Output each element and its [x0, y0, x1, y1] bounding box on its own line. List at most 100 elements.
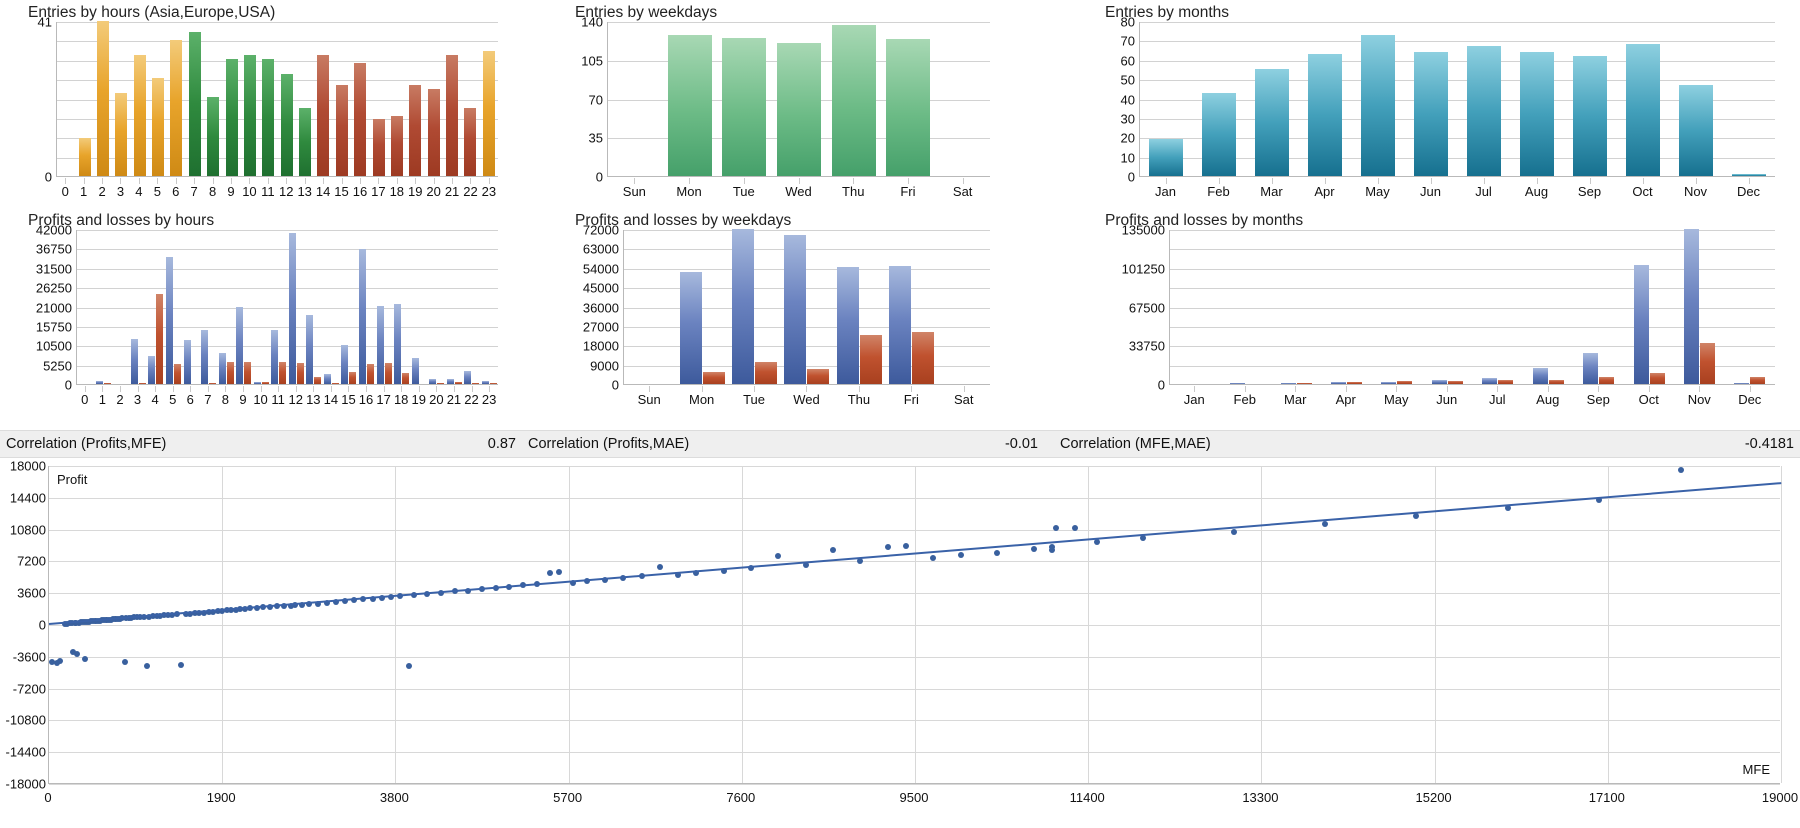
- scatter-y-tick-label: -3600: [12, 649, 46, 665]
- y-tick-label: 0: [595, 169, 603, 185]
- x-tick-label: 10: [242, 184, 257, 199]
- bar-slot: [717, 22, 772, 176]
- x-tick-label: 2: [98, 184, 106, 199]
- scatter-point: [1071, 524, 1078, 531]
- plot-area: [76, 230, 498, 385]
- x-tick-label: Thu: [847, 392, 871, 407]
- bars-layer: [57, 21, 498, 176]
- bar-slot: [425, 22, 443, 176]
- gridline: [1261, 466, 1263, 783]
- x-tick-label: 0: [61, 184, 69, 199]
- x-tick-label: Nov: [1687, 392, 1711, 407]
- bar-slot: [772, 22, 827, 176]
- bar: [279, 361, 287, 384]
- bar: [1414, 52, 1449, 176]
- y-tick-label: 33750: [1128, 338, 1165, 354]
- bar-slot: [296, 22, 314, 176]
- bar: [174, 364, 181, 384]
- scatter-x-tick-label: 11400: [1069, 790, 1105, 805]
- bar: [667, 35, 712, 176]
- x-axis-labels: Jan Feb Mar Apr May Jun Jul Aug Sep Oct Nov Dec: [1169, 392, 1775, 407]
- bar-slot: [112, 230, 130, 384]
- scatter-x-tick-label: 3800: [379, 790, 409, 805]
- x-tick-label: 8: [208, 184, 217, 199]
- bar: [390, 115, 403, 176]
- bar-slot: [186, 22, 204, 176]
- x-tick-label: Sat: [953, 392, 974, 407]
- bar-slot: [781, 230, 833, 384]
- y-tick-label: 101250: [1121, 261, 1165, 277]
- bar-slot: [885, 230, 937, 384]
- bar: [1431, 379, 1447, 384]
- bar-slot: [410, 230, 428, 384]
- bar-slot: [235, 230, 253, 384]
- bar-slot: [305, 230, 323, 384]
- bar-slot: [278, 22, 296, 176]
- bar-slot: [1473, 230, 1523, 384]
- y-tick-label: 45000: [582, 280, 619, 296]
- bar: [679, 272, 702, 384]
- bars-layer: [1140, 22, 1775, 176]
- x-tick-label: 17: [376, 392, 391, 407]
- bar: [1397, 381, 1413, 384]
- gridline: [915, 466, 916, 783]
- scatter-point: [1231, 529, 1238, 536]
- x-tick-label: 3: [116, 184, 125, 199]
- x-tick-label: 19: [411, 392, 426, 407]
- correlation-mfe-mae: Correlation (MFE,MAE) -0.4181: [1060, 431, 1794, 457]
- bar: [1548, 379, 1564, 384]
- bar-slot: [241, 22, 259, 176]
- scatter-point: [1048, 546, 1055, 553]
- scatter-point: [1053, 524, 1060, 531]
- x-tick-label: Apr: [1335, 392, 1356, 407]
- bar-slot: [1321, 230, 1371, 384]
- scatter-y-tick-label: -14400: [5, 744, 46, 760]
- statistics-dashboard: Entries by hours (Asia,Europe,USA) 0 41 0 1…: [0, 0, 1800, 828]
- x-tick-label: 15: [341, 392, 356, 407]
- bar-slot: [1624, 230, 1674, 384]
- bars-layer: [77, 230, 498, 384]
- bar-slot: [204, 22, 222, 176]
- scatter-y-tick-label: -18000: [5, 776, 46, 792]
- bar-slot: [406, 22, 424, 176]
- bar-slot: [1563, 22, 1616, 176]
- bar: [732, 229, 755, 384]
- bar: [262, 58, 275, 176]
- bar: [784, 235, 807, 384]
- bar-slot: [935, 22, 990, 176]
- x-axis-labels: Jan Feb Mar Apr May Jun Jul Aug Sep Oct Nov Dec: [1139, 184, 1775, 199]
- bar: [288, 232, 296, 384]
- x-tick-label: Mar: [1260, 184, 1283, 199]
- bar: [429, 378, 437, 384]
- x-tick-label: 18: [393, 392, 409, 407]
- x-tick-label: May: [1365, 184, 1390, 199]
- x-tick-label: 21: [444, 184, 460, 199]
- gridline: [741, 466, 743, 783]
- scatter-point: [884, 544, 891, 551]
- x-tick-label: 5: [169, 392, 177, 407]
- x-tick-label: 13: [306, 392, 321, 407]
- bar: [859, 334, 882, 384]
- bars-layer: [608, 22, 990, 176]
- bar: [78, 138, 91, 176]
- bar: [244, 362, 252, 384]
- x-tick-label: 2: [116, 392, 124, 407]
- bar: [376, 306, 384, 384]
- bar: [183, 340, 191, 384]
- x-tick-label: Sat: [952, 184, 973, 199]
- scatter-x-tick-label: 15200: [1415, 790, 1452, 805]
- bar: [359, 248, 367, 384]
- bar: [166, 257, 173, 384]
- bar: [886, 38, 931, 176]
- scatter-x-tick-label: 1900: [206, 790, 236, 805]
- x-tick-label: 9: [239, 392, 247, 407]
- bar: [133, 55, 146, 176]
- y-tick-label: 0: [64, 377, 72, 393]
- bar-slot: [375, 230, 393, 384]
- bar-slot: [1674, 229, 1724, 384]
- x-tick-label: Sun: [637, 392, 661, 407]
- bar-slot: [147, 230, 165, 384]
- bar: [323, 374, 331, 384]
- bar: [296, 362, 304, 384]
- scatter-point: [74, 651, 81, 658]
